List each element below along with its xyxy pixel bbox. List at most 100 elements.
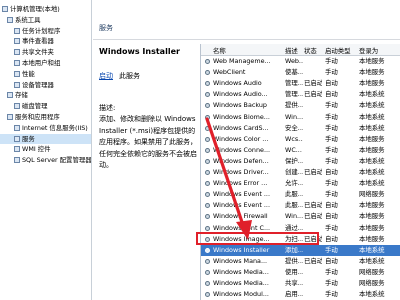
- service-row[interactable]: Windows Event ... 此服... 手动 网络服务: [201, 189, 400, 200]
- service-status: 已启动: [304, 168, 322, 176]
- tree-item[interactable]: 计算机管理(本地): [0, 4, 91, 15]
- service-row[interactable]: Windows Defen... 保护... 手动 本地系统: [201, 156, 400, 167]
- service-name: Windows Biome...: [213, 112, 270, 121]
- gear-icon: [205, 225, 210, 231]
- service-logon-as: 本地系统: [359, 256, 385, 265]
- service-logon-as: 本地系统: [359, 290, 385, 299]
- tree-node-icon: [7, 113, 13, 120]
- service-row[interactable]: Windows Error ... 允许... 手动 本地系统: [201, 178, 400, 189]
- service-row[interactable]: Windows Media... 共享... 手动 网络服务: [201, 278, 400, 289]
- service-logon-as: 本地服务: [359, 79, 385, 88]
- tree-item[interactable]: 磁盘管理: [0, 101, 91, 112]
- gear-icon: [205, 158, 210, 164]
- service-status: 已启动: [304, 256, 322, 265]
- tree-item[interactable]: 性能: [0, 69, 91, 80]
- service-logon-as: 本地系统: [359, 156, 385, 165]
- gear-icon: [205, 214, 210, 220]
- service-startup-type: 手动: [325, 223, 338, 232]
- tree-item[interactable]: 任务计划程序: [0, 26, 91, 37]
- tree-node-icon: [14, 38, 20, 45]
- service-row[interactable]: Windows Audio 管理... 已启动 自动 本地服务: [201, 78, 400, 89]
- column-header-logon-as[interactable]: 登录为: [359, 46, 378, 55]
- gear-icon: [205, 170, 210, 175]
- gear-icon: [205, 247, 210, 253]
- tree-item[interactable]: 共享文件夹: [0, 47, 91, 58]
- tree-item[interactable]: WMI 控件: [0, 144, 91, 155]
- tree-item[interactable]: 设备管理器: [0, 80, 91, 91]
- service-row[interactable]: Web Manageme... Web... 手动 本地服务: [201, 56, 400, 67]
- service-name: WebClient: [213, 68, 246, 77]
- tree-item-label: 性能: [22, 69, 35, 78]
- service-row[interactable]: Windows Event ... 此服... 已启动 自动 本地服务: [201, 200, 400, 211]
- service-name: Windows Event ...: [213, 201, 270, 210]
- service-description-cell: 保护...: [285, 156, 303, 165]
- tree-item-label: 计算机管理(本地): [10, 5, 60, 13]
- column-header-startup-type[interactable]: 启动类型: [325, 46, 351, 55]
- service-row[interactable]: Windows Installer 添加... 手动 本地系统: [201, 244, 400, 256]
- service-status: 已启动: [304, 79, 322, 88]
- service-logon-as: 本地系统: [359, 101, 385, 110]
- service-row[interactable]: WebClient 使基... 手动 本地服务: [201, 67, 400, 78]
- service-startup-type: 手动: [325, 290, 338, 299]
- service-row[interactable]: Windows Media... 使用... 手动 网络服务: [201, 267, 400, 278]
- service-logon-as: 本地服务: [359, 68, 385, 77]
- tree-item[interactable]: 存储: [0, 90, 91, 101]
- service-startup-type: 手动: [325, 179, 338, 188]
- tree-item[interactable]: Internet 信息服务(IIS): [0, 123, 91, 134]
- tree-node-icon: [14, 103, 20, 110]
- service-startup-type: 手动: [325, 190, 338, 199]
- service-logon-as: 本地服务: [359, 212, 385, 221]
- service-name: Windows Firewall: [213, 212, 268, 221]
- gear-icon: [205, 114, 210, 120]
- tree-node-icon: [14, 59, 20, 66]
- service-name: Windows Conne...: [213, 145, 271, 154]
- service-startup-type: 手动: [325, 68, 338, 77]
- service-row[interactable]: Windows Modul... 启用... 手动 本地系统: [201, 289, 400, 300]
- service-row[interactable]: Windows Mana... 提供... 已启动 自动 本地系统: [201, 256, 400, 267]
- service-row[interactable]: Windows Firewall Win... 已启动 自动 本地服务: [201, 211, 400, 222]
- service-row[interactable]: Windows Audio... 管理... 已启动 自动 本地系统: [201, 89, 400, 100]
- column-header-description[interactable]: 描述: [285, 46, 298, 55]
- service-logon-as: 本地服务: [359, 223, 385, 232]
- service-name: Windows Driver...: [213, 168, 269, 176]
- service-row[interactable]: Windows Driver... 创建... 已启动 自动 本地系统: [201, 167, 400, 178]
- service-name: Windows Color ...: [213, 134, 269, 143]
- service-name: Windows Audio: [213, 79, 262, 88]
- services-list-header: 名称 描述 状态 启动类型 登录为: [201, 44, 400, 56]
- gear-icon: [205, 70, 210, 76]
- service-description-cell: 创建...: [285, 168, 303, 176]
- service-startup-type: 手动: [325, 245, 338, 254]
- tree-item-label: 事件查看器: [22, 37, 54, 46]
- service-name: Windows Error ...: [213, 179, 268, 188]
- tree-item[interactable]: SQL Server 配置管理器: [0, 155, 91, 166]
- start-service-link[interactable]: 启动: [99, 71, 113, 81]
- tree-item[interactable]: 系统工具: [0, 15, 91, 26]
- service-description-cell: 管理...: [285, 79, 303, 88]
- tree-node-icon: [7, 92, 13, 99]
- service-startup-type: 手动: [325, 112, 338, 121]
- gear-icon: [205, 59, 210, 64]
- service-row[interactable]: Windows Color ... Wcs... 手动 本地服务: [201, 134, 400, 145]
- tree-node-icon: [14, 146, 20, 153]
- tree-item[interactable]: 事件查看器: [0, 36, 91, 47]
- service-name: Windows Installer: [213, 245, 270, 254]
- service-description-cell: 允许...: [285, 179, 303, 188]
- service-description-cell: Win...: [285, 212, 303, 221]
- tree-item-label: 任务计划程序: [22, 26, 61, 35]
- gear-icon: [205, 147, 210, 153]
- tree-item[interactable]: 服务和应用程序: [0, 112, 91, 123]
- service-startup-type: 自动: [325, 79, 338, 88]
- service-name: Windows Media...: [213, 267, 269, 276]
- tree-item-label: 本地用户和组: [22, 58, 61, 67]
- service-row[interactable]: Windows Biome... Win... 手动 本地系统: [201, 112, 400, 123]
- tree-item[interactable]: 本地用户和组: [0, 58, 91, 69]
- tree-item-label: 系统工具: [15, 15, 41, 24]
- column-header-name[interactable]: 名称: [213, 46, 226, 55]
- service-row[interactable]: Windows Conne... WC... 手动 本地服务: [201, 145, 400, 156]
- service-row[interactable]: Windows CardS... 安全... 手动 本地系统: [201, 123, 400, 134]
- service-logon-as: 网络服务: [359, 190, 385, 199]
- service-description-cell: 此服...: [285, 190, 303, 199]
- service-row[interactable]: Windows Backup 提供... 手动 本地系统: [201, 100, 400, 111]
- column-header-status[interactable]: 状态: [304, 46, 317, 55]
- tree-item[interactable]: 服务: [0, 133, 91, 145]
